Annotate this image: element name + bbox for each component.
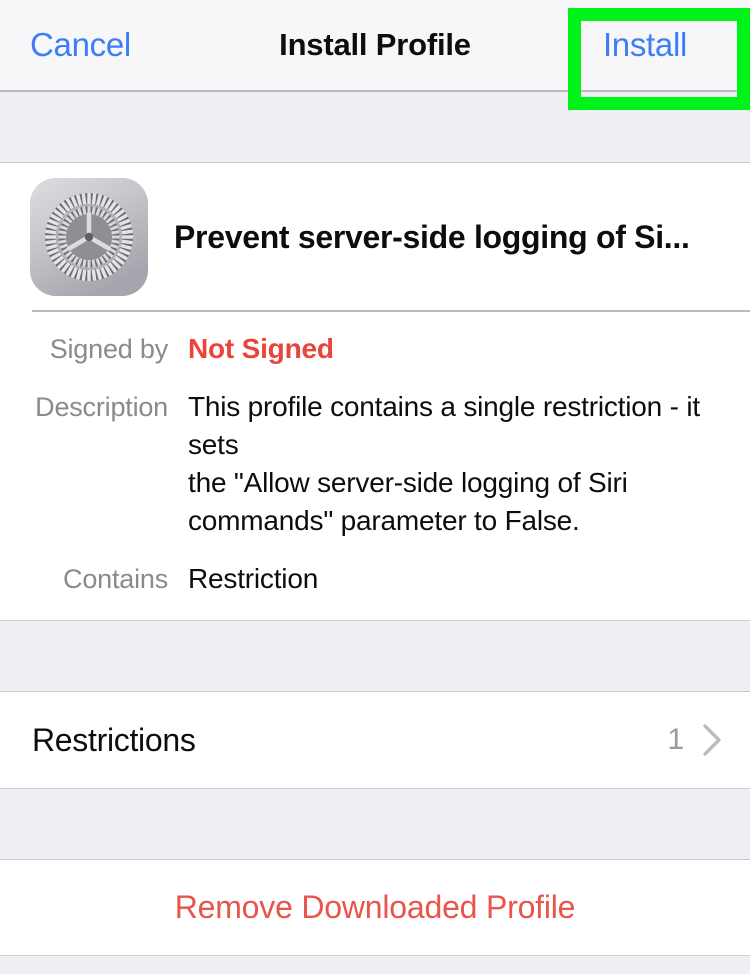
profile-details-list: Signed by Not Signed Description This pr… [0,312,750,620]
nav-right-group: Install [570,26,720,64]
remove-downloaded-profile-button[interactable]: Remove Downloaded Profile [0,860,750,955]
profile-info-card: Prevent server-side logging of Si... Sig… [0,163,750,620]
restrictions-label: Restrictions [32,721,196,758]
chevron-right-icon [703,724,721,756]
description-line: the "Allow server-side logging of Siri [188,467,628,498]
signed-by-value: Not Signed [188,333,334,364]
section-gap-middle [0,620,750,692]
description-value: This profile contains a single restricti… [188,388,708,540]
profile-name: Prevent server-side logging of Si... [174,218,690,255]
remove-action-card: Remove Downloaded Profile [0,860,750,955]
navigation-bar: Cancel Install Profile Install [0,0,750,92]
remove-downloaded-profile-label: Remove Downloaded Profile [174,889,576,925]
settings-gear-icon [30,178,148,296]
detail-row-description: Description This profile contains a sing… [0,388,750,540]
detail-label: Signed by [49,334,168,364]
description-line: This profile contains a single restricti… [188,391,700,460]
contents-card: Restrictions 1 [0,692,750,788]
install-button[interactable]: Install [603,26,687,64]
description-line: commands" parameter to False. [188,505,580,536]
detail-row-signed-by: Signed by Not Signed [0,330,750,368]
detail-label: Description [35,392,168,422]
cancel-button[interactable]: Cancel [30,26,131,64]
section-gap-bottom [0,955,750,974]
section-gap-lower [0,788,750,860]
profile-header: Prevent server-side logging of Si... [0,163,750,310]
restrictions-row[interactable]: Restrictions 1 [0,692,750,788]
install-profile-screen: Cancel Install Profile Install Prevent s… [0,0,750,974]
detail-label: Contains [63,564,168,594]
section-gap-top [0,92,750,163]
contains-value: Restriction [188,563,319,594]
restrictions-count: 1 [667,723,684,756]
detail-row-contains: Contains Restriction [0,560,750,598]
